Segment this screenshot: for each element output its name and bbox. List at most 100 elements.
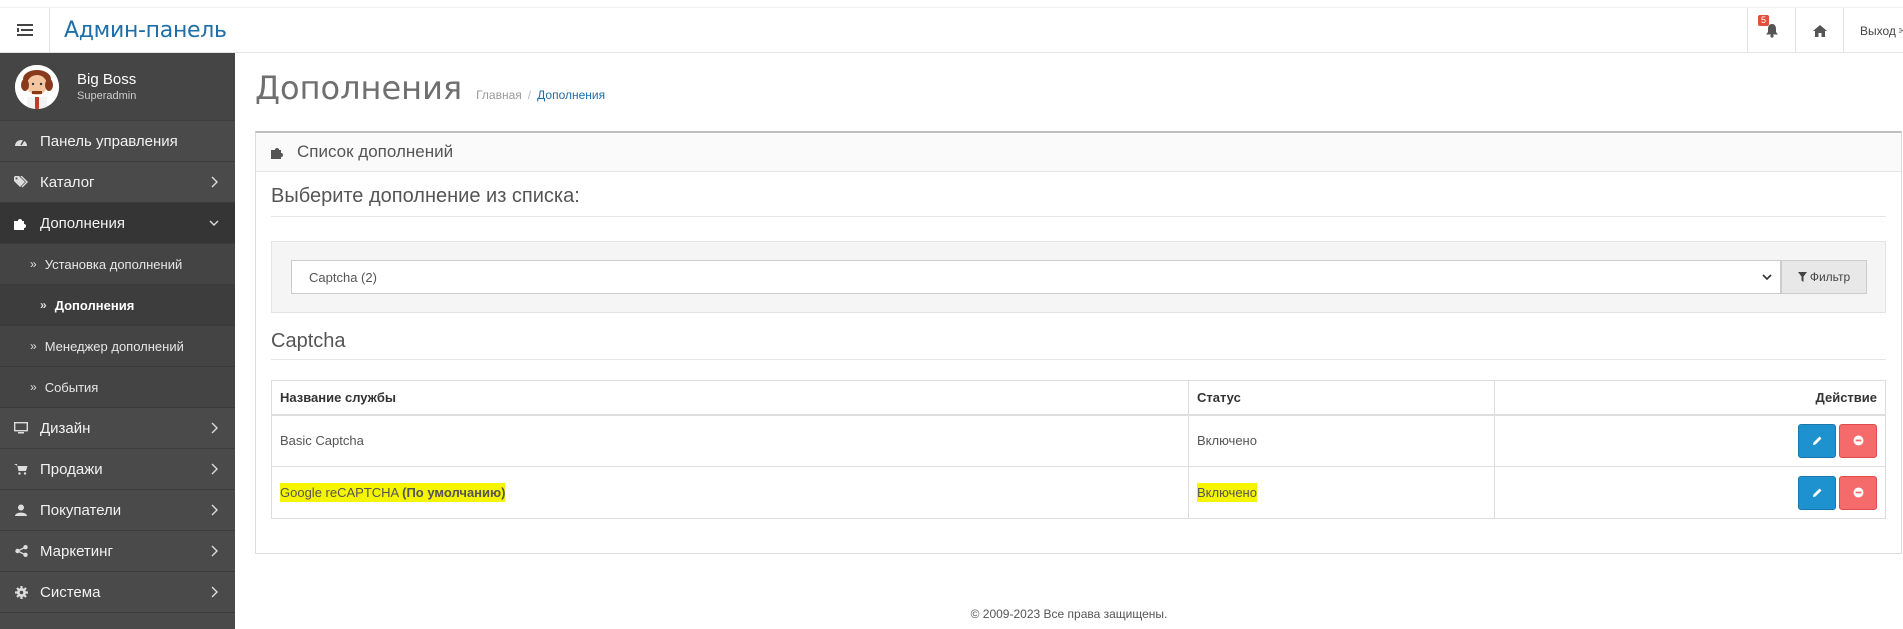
section-title-captcha: Captcha (271, 330, 1886, 360)
breadcrumb-home-link[interactable]: Главная (476, 88, 522, 102)
extension-type-select[interactable]: Captcha (2) (291, 260, 1781, 294)
sidebar-item-sales[interactable]: Продажи (0, 449, 235, 490)
sidebar-item-catalog[interactable]: Каталог (0, 162, 235, 203)
sidebar-item-label: Маркетинг (40, 542, 113, 560)
action-cell (1494, 466, 1886, 519)
page-title: Дополнения (255, 69, 463, 107)
hamburger-icon (16, 24, 33, 36)
logout-label: Выход (1860, 23, 1896, 38)
chevron-down-icon (209, 220, 219, 226)
sidebar-item-extensions[interactable]: Дополнения (0, 203, 235, 244)
sidebar-item-label: Дополнения (40, 214, 125, 232)
extensions-table: Название службы Статус Действие Basic Ca… (271, 380, 1886, 519)
chevron-down-icon (1762, 274, 1772, 281)
pencil-icon (1812, 436, 1821, 446)
double-chevron-icon: » (30, 380, 37, 394)
shopping-cart-icon (13, 462, 29, 476)
sidebar-subitem-extensions[interactable]: » Дополнения (0, 285, 235, 326)
panel-heading: Список дополнений (256, 133, 1901, 172)
edit-button[interactable] (1798, 423, 1836, 458)
chevron-right-icon (211, 586, 218, 598)
chevron-right-icon (211, 422, 218, 434)
status-text: Включено (1197, 483, 1257, 502)
double-chevron-icon: » (30, 257, 37, 271)
user-name: Big Boss (77, 71, 137, 88)
sidebar-subitem-label: Дополнения (54, 297, 135, 313)
breadcrumb: Главная / Дополнения (476, 88, 606, 102)
status-cell: Включено (1188, 414, 1495, 467)
table-header-row: Название службы Статус Действие (271, 380, 1886, 416)
funnel-icon (1797, 272, 1807, 282)
highlighted-service-name: Google reCAPTCHA (По умолчанию) (280, 483, 506, 502)
chevron-right-icon (211, 176, 218, 188)
filter-button-label: Фильтр (1809, 270, 1851, 284)
home-button[interactable] (1795, 8, 1843, 53)
double-chevron-icon: » (30, 339, 37, 353)
pencil-icon (1812, 488, 1821, 497)
breadcrumb-current-link[interactable]: Дополнения (537, 88, 605, 102)
top-header: Админ-панель 5 Выход (0, 7, 1903, 53)
sidebar-item-system[interactable]: Система (0, 572, 235, 613)
top-strip (0, 0, 1903, 8)
puzzle-icon (13, 216, 29, 230)
double-chevron-icon: » (40, 298, 47, 312)
puzzle-icon (271, 147, 283, 159)
sidebar-item-marketing[interactable]: Маркетинг (0, 531, 235, 572)
column-header-action: Действие (1494, 380, 1886, 416)
user-profile[interactable]: Big Boss Superadmin (0, 53, 235, 121)
sidebar-item-label: Дизайн (40, 419, 91, 437)
sidebar-item-label: Панель управления (40, 132, 178, 150)
home-icon (1812, 24, 1827, 37)
sidebar-subitem-installer[interactable]: » Установка дополнений (0, 244, 235, 285)
chevron-right-icon (211, 504, 218, 516)
logout-button[interactable]: Выход (1843, 8, 1903, 53)
uninstall-button[interactable] (1839, 423, 1877, 458)
extension-type-select-value: Captcha (2) (309, 269, 377, 285)
sidebar-subitem-events[interactable]: » События (0, 367, 235, 408)
extensions-panel: Список дополнений Выберите дополнение из… (255, 131, 1902, 554)
column-header-name: Название службы (271, 380, 1189, 416)
status-cell: Включено (1188, 466, 1495, 519)
sidebar-subitem-modifications[interactable]: » Менеджер дополнений (0, 326, 235, 367)
sign-out-icon (1898, 28, 1903, 33)
service-name: Google reCAPTCHA (280, 485, 399, 500)
notifications-button[interactable]: 5 (1747, 8, 1795, 53)
sidebar-item-dashboard[interactable]: Панель управления (0, 121, 235, 162)
service-name-cell: Basic Captcha (271, 414, 1189, 467)
sidebar-item-label: Система (40, 583, 101, 601)
menu-toggle-button[interactable] (0, 7, 50, 53)
notification-badge: 5 (1758, 15, 1770, 26)
sidebar-item-design[interactable]: Дизайн (0, 408, 235, 449)
sidebar-item-label: Каталог (40, 173, 95, 191)
chevron-right-icon (211, 545, 218, 557)
minus-circle-icon (1853, 487, 1863, 498)
table-row: Basic Captcha Включено (271, 414, 1886, 467)
user-icon (13, 503, 29, 517)
table-row: Google reCAPTCHA (По умолчанию) Включено (271, 466, 1886, 519)
choose-extension-label: Выберите дополнение из списка: (271, 185, 1886, 217)
gear-icon (13, 585, 29, 599)
uninstall-button[interactable] (1839, 475, 1877, 510)
service-name-cell: Google reCAPTCHA (По умолчанию) (271, 466, 1189, 519)
footer-copyright: © 2009-2023 Все права защищены. (970, 607, 1168, 621)
share-icon (13, 544, 29, 558)
dashboard-icon (13, 134, 29, 148)
sidebar-item-label: Покупатели (40, 501, 122, 519)
default-label: (По умолчанию) (402, 485, 506, 500)
monitor-icon (13, 421, 29, 435)
sidebar-subitem-label: События (44, 379, 99, 395)
brand-title[interactable]: Админ-панель (64, 18, 227, 43)
sidebar-subitem-label: Установка дополнений (44, 256, 183, 272)
status-text: Включено (1197, 433, 1257, 449)
filter-button[interactable]: Фильтр (1781, 260, 1867, 294)
avatar-image (15, 64, 59, 109)
sidebar-item-customers[interactable]: Покупатели (0, 490, 235, 531)
sidebar: Big Boss Superadmin Панель управления Ка… (0, 53, 235, 629)
edit-button[interactable] (1798, 475, 1836, 510)
action-cell (1494, 414, 1886, 467)
sidebar-item-label: Продажи (40, 460, 103, 478)
tags-icon (13, 175, 29, 189)
main-content: Дополнения Главная / Дополнения Список доп… (235, 53, 1903, 629)
minus-circle-icon (1853, 435, 1863, 446)
service-name: Basic Captcha (280, 433, 364, 449)
